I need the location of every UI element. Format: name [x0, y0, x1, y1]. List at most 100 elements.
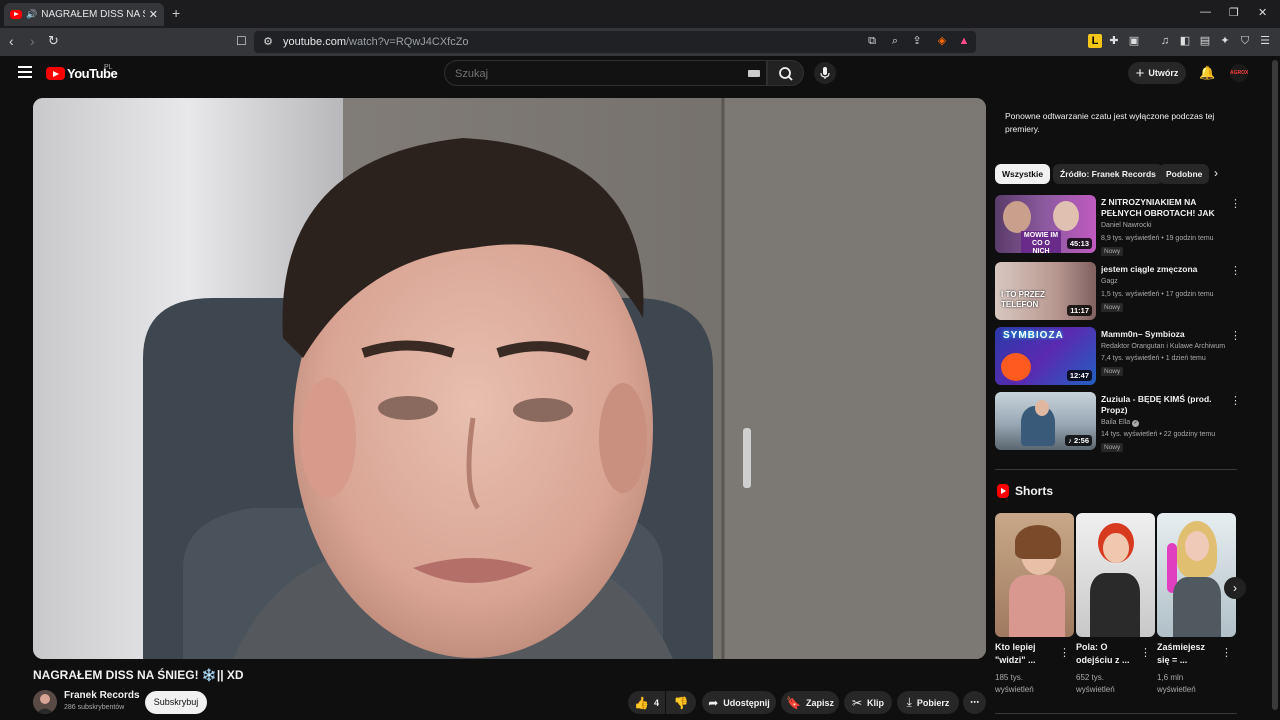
thumbs-up-icon: 👍: [634, 695, 649, 710]
recommendation-thumbnail[interactable]: SYMBIOZA 12:47: [995, 327, 1096, 385]
scrollbar-thumb[interactable]: [1272, 60, 1278, 710]
wallet-icon[interactable]: ▤: [1198, 34, 1212, 48]
youtube-play-icon: [46, 67, 65, 80]
media-icon[interactable]: ♫: [1158, 34, 1172, 48]
subscribe-button[interactable]: Subskrybuj: [145, 691, 207, 714]
dislike-button[interactable]: 👎: [666, 691, 696, 714]
menu-icon[interactable]: ☰: [1258, 34, 1272, 48]
share-page-icon[interactable]: ⇪: [910, 34, 924, 48]
clip-button[interactable]: ✂ Klip: [844, 691, 892, 714]
chevron-right-icon[interactable]: ›: [1214, 166, 1218, 180]
recommendation-item[interactable]: I TO PRZEZ TELEFON 11:17 jestem ciągle z…: [995, 262, 1241, 322]
create-label: Utwórz: [1148, 68, 1179, 78]
back-icon[interactable]: ‹: [9, 33, 14, 49]
share-button[interactable]: ➦ Udostępnij: [702, 691, 776, 714]
channel-name-text: Baila Ella: [1101, 419, 1131, 426]
recommendation-thumbnail[interactable]: I TO PRZEZ TELEFON 11:17: [995, 262, 1096, 320]
recommendation-item[interactable]: MOWIE IM CO O NICH 45:13 Z NITROZYNIAKIE…: [995, 195, 1241, 256]
short-thumbnail[interactable]: [1157, 513, 1236, 637]
channel-avatar[interactable]: [33, 690, 57, 714]
recommendation-item[interactable]: ♪ 2:56 Zuziula - BĘDĘ KIMŚ (prod. Propz)…: [995, 392, 1241, 452]
open-external-icon[interactable]: ⧉: [865, 34, 879, 48]
tab-title: NAGRAŁEM DISS NA ŚNIEG!: [41, 9, 145, 20]
recommendation-thumbnail[interactable]: MOWIE IM CO O NICH 45:13: [995, 195, 1096, 253]
notifications-bell-icon[interactable]: 🔔: [1199, 65, 1215, 81]
chip-from-channel[interactable]: Źródło: Franek Records: [1053, 164, 1163, 184]
save-button[interactable]: 🔖 Zapisz: [781, 691, 839, 714]
forward-icon[interactable]: ›: [30, 33, 35, 49]
extension-l-icon[interactable]: L: [1088, 34, 1102, 48]
channel-name[interactable]: Franek Records: [64, 690, 140, 701]
url-text[interactable]: youtube.com/watch?v=RQwJ4CXfcZo: [283, 36, 469, 48]
site-settings-icon[interactable]: ⚙: [261, 35, 275, 49]
search-box[interactable]: [444, 60, 767, 86]
create-button[interactable]: + Utwórz: [1128, 62, 1186, 84]
save-label: Zapisz: [805, 697, 834, 708]
restore-icon[interactable]: ❐: [1229, 6, 1239, 19]
browser-tab-bar: [0, 0, 1280, 28]
vpn-shield-icon[interactable]: ⛉: [1238, 34, 1252, 48]
browser-tab[interactable]: 🔊 NAGRAŁEM DISS NA ŚNIEG! ✕: [4, 3, 164, 26]
url-host: youtube.com: [283, 36, 346, 48]
chip-all[interactable]: Wszystkie: [995, 164, 1051, 184]
recommendation-title: Z NITROZYNIAKIEM NA PEŁNYCH OBROTACH! JA…: [1101, 197, 1215, 218]
video-duration: 11:17: [1067, 305, 1092, 316]
speaker-icon[interactable]: 🔊: [26, 9, 37, 20]
new-tab-icon[interactable]: +: [172, 5, 180, 21]
more-vertical-icon[interactable]: ⋮: [1230, 197, 1241, 210]
shorts-next-icon[interactable]: ›: [1224, 577, 1246, 599]
recommendation-thumbnail[interactable]: ♪ 2:56: [995, 392, 1096, 450]
recommendation-channel: Baila Ella ✓: [1101, 419, 1140, 427]
recommendation-item[interactable]: SYMBIOZA 12:47 Mamm0n– Symbioza Redaktor…: [995, 327, 1241, 387]
subscriber-count: 286 subskrybentów: [64, 704, 125, 711]
reader-icon[interactable]: ▣: [1127, 34, 1141, 48]
scissors-icon: ✂: [851, 695, 863, 710]
more-vertical-icon[interactable]: ⋮: [1140, 646, 1151, 659]
keyboard-icon[interactable]: [748, 70, 760, 77]
video-player[interactable]: [33, 98, 986, 659]
brave-rewards-icon[interactable]: ▲: [957, 34, 971, 48]
recommendation-meta: 14 tys. wyświetleń • 22 godziny temu: [1101, 431, 1216, 438]
minimize-icon[interactable]: —: [1200, 6, 1211, 18]
new-badge: Nowy: [1101, 443, 1124, 452]
more-vertical-icon[interactable]: ⋮: [1221, 646, 1232, 659]
more-actions-button[interactable]: ⋯: [963, 691, 986, 714]
more-vertical-icon[interactable]: ⋮: [1230, 329, 1241, 342]
more-vertical-icon[interactable]: ⋮: [1059, 646, 1070, 659]
thumbnail-overlay-text: MOWIE IM CO O NICH: [1021, 231, 1061, 253]
search-icon: [779, 67, 793, 81]
new-badge: Nowy: [1101, 247, 1124, 256]
chip-related[interactable]: Podobne: [1159, 164, 1210, 184]
sidebar-icon[interactable]: ◧: [1178, 34, 1192, 48]
reload-icon[interactable]: ↻: [48, 33, 59, 49]
short-thumbnail[interactable]: [1076, 513, 1155, 637]
share-icon: ➦: [708, 695, 719, 710]
search-button[interactable]: [767, 60, 804, 86]
bookmark-icon[interactable]: ☐: [236, 34, 247, 48]
hamburger-menu-icon[interactable]: [18, 66, 32, 78]
short-thumbnail[interactable]: [995, 513, 1074, 637]
leo-ai-icon[interactable]: ✦: [1218, 34, 1232, 48]
recommendation-meta: 8,9 tys. wyświetleń • 19 godzin temu: [1101, 235, 1214, 242]
thumbs-down-icon: 👎: [673, 695, 689, 710]
close-window-icon[interactable]: ✕: [1258, 6, 1267, 19]
clip-label: Klip: [867, 697, 885, 708]
recommendation-channel: Daniel Nawrocki: [1101, 222, 1152, 229]
country-code: PL: [104, 64, 113, 71]
video-duration: 45:13: [1066, 238, 1092, 249]
like-button[interactable]: 👍 4: [628, 691, 665, 714]
zoom-icon[interactable]: ⌕: [888, 34, 902, 48]
new-badge: Nowy: [1101, 303, 1124, 312]
account-avatar[interactable]: AGROX: [1230, 64, 1248, 82]
download-button[interactable]: ⤓ Pobierz: [897, 691, 959, 714]
recommendation-channel: Gagz: [1101, 278, 1118, 285]
url-path: /watch?v=RQwJ4CXfcZo: [345, 36, 469, 48]
brave-shield-icon[interactable]: ◈: [935, 34, 949, 48]
more-vertical-icon[interactable]: ⋮: [1230, 394, 1241, 407]
short-title: Zaśmiejesz się = ...: [1157, 642, 1206, 665]
voice-search-button[interactable]: [814, 62, 836, 84]
search-input[interactable]: [455, 66, 735, 82]
close-tab-icon[interactable]: ✕: [149, 8, 158, 21]
more-vertical-icon[interactable]: ⋮: [1230, 264, 1241, 277]
extensions-icon[interactable]: ✚: [1107, 34, 1121, 48]
